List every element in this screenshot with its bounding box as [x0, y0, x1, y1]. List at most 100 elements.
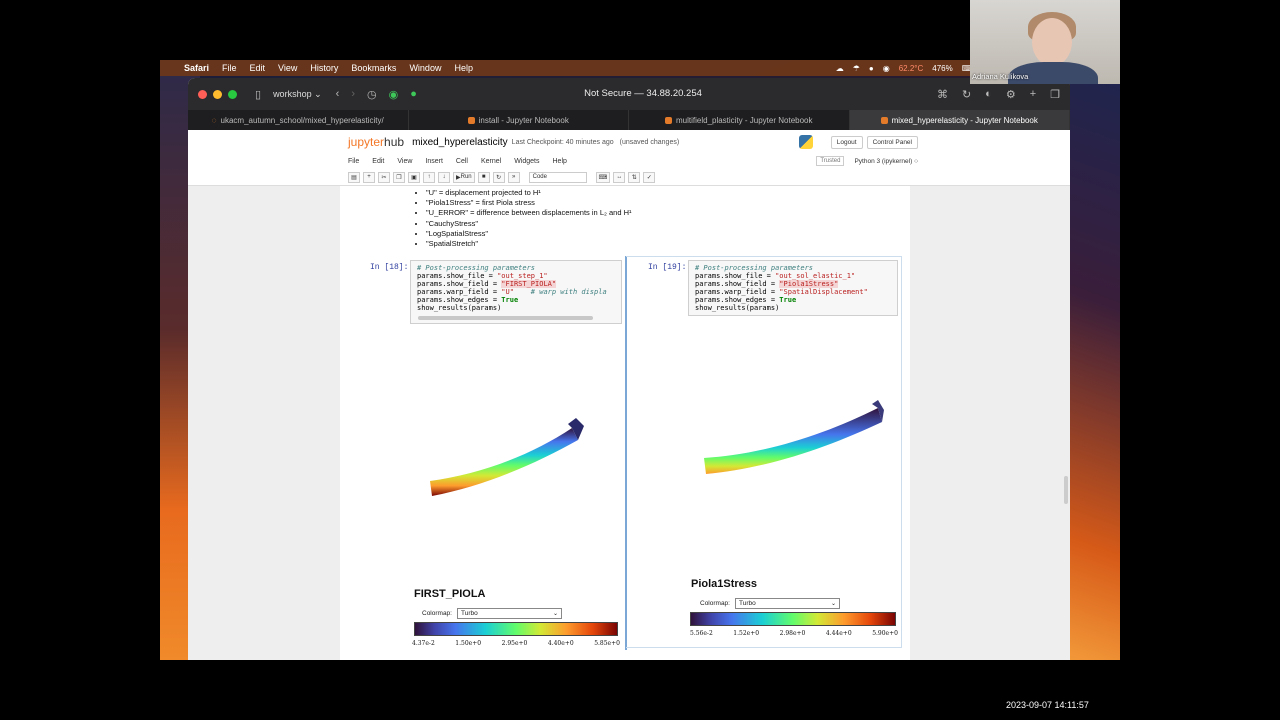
back-icon[interactable]: ‹: [336, 88, 340, 100]
jmenu-help[interactable]: Help: [553, 158, 567, 165]
new-tab-icon[interactable]: +: [1030, 88, 1036, 101]
safari-toolbar: ▯ workshop ⌄ ‹ › ◷ ◉ ● Not Secure — 34.8…: [188, 78, 1070, 110]
collapse-icon[interactable]: ↔: [613, 171, 626, 183]
move-up-icon[interactable]: ↑: [423, 171, 435, 183]
jmenu-kernel[interactable]: Kernel: [481, 158, 501, 165]
cell18-code-editor[interactable]: # Post-processing parameters params.show…: [410, 260, 622, 324]
copy-icon[interactable]: ❐: [393, 171, 405, 183]
tabs-overview-icon[interactable]: ❐: [1050, 88, 1060, 101]
control-panel-button[interactable]: Control Panel: [866, 135, 918, 149]
run-label: Run: [460, 174, 472, 180]
python-logo-icon: [798, 135, 813, 149]
notebook-name[interactable]: mixed_hyperelasticity: [412, 137, 508, 148]
jmenu-edit[interactable]: Edit: [372, 158, 384, 165]
cell18-plot-title: FIRST_PIOLA: [414, 588, 486, 600]
safari-window: ▯ workshop ⌄ ‹ › ◷ ◉ ● Not Secure — 34.8…: [188, 78, 1070, 660]
reload-icon[interactable]: ↻: [962, 88, 971, 101]
logout-button[interactable]: Logout: [830, 135, 863, 149]
keyboard-icon[interactable]: ⌨: [595, 171, 611, 183]
gear-icon[interactable]: ⚙: [1006, 88, 1016, 101]
address-bar[interactable]: Not Secure — 34.88.20.254: [528, 85, 758, 103]
cell18-colormap-select[interactable]: Turbo ⌄: [456, 608, 562, 619]
notebook-page: "U" = displacement projected to H¹ "Piol…: [340, 186, 910, 660]
jmenu-file[interactable]: File: [348, 158, 359, 165]
cell19-code-editor[interactable]: # Post-processing parameters params.show…: [688, 260, 898, 316]
list-item: "LogSpatialStress": [426, 229, 632, 239]
sort-icon[interactable]: ⇅: [628, 171, 641, 183]
menu-file[interactable]: File: [222, 63, 237, 73]
code-string: "out_sol_elastic_1": [775, 272, 856, 280]
restart-run-icon[interactable]: »: [507, 171, 520, 183]
profile-menu[interactable]: workshop ⌄: [273, 89, 322, 100]
screen: Safari File Edit View History Bookmarks …: [0, 0, 1280, 720]
extension-icon[interactable]: ◉: [389, 88, 399, 101]
cell-type-select[interactable]: Code: [528, 171, 587, 183]
shield-icon[interactable]: ◐: [985, 88, 992, 101]
menu-view[interactable]: View: [278, 63, 297, 73]
tab-mixed-hyperelasticity-tree[interactable]: ◌ ukacm_autumn_school/mixed_hyperelastici…: [188, 110, 409, 130]
menu-edit[interactable]: Edit: [250, 63, 266, 73]
cloud-icon[interactable]: ☁: [836, 64, 844, 73]
run-button[interactable]: ▶ Run: [453, 171, 475, 183]
jupyterhub-logo[interactable]: jupyterhub: [348, 135, 404, 149]
translate-icon[interactable]: ⌘: [937, 88, 948, 101]
jmenu-view[interactable]: View: [397, 158, 412, 165]
cell19-colormap-row: Colormap: Turbo ⌄: [700, 598, 840, 609]
tick-label: 1.52e+0: [733, 630, 760, 637]
minimize-button[interactable]: [213, 89, 222, 99]
menu-bookmarks[interactable]: Bookmarks: [351, 63, 396, 73]
move-down-icon[interactable]: ↓: [438, 171, 450, 183]
menu-window[interactable]: Window: [409, 63, 441, 73]
weather-icon[interactable]: ☂: [853, 64, 860, 73]
tab-multifield-plasticity[interactable]: multifield_plasticity - Jupyter Notebook: [629, 110, 850, 130]
trusted-badge[interactable]: Trusted: [816, 156, 845, 166]
stop-icon[interactable]: ●: [869, 64, 874, 73]
close-button[interactable]: [198, 89, 207, 99]
tab-mixed-hyperelasticity[interactable]: mixed_hyperelasticity - Jupyter Notebook: [849, 110, 1070, 130]
horizontal-scrollbar[interactable]: [418, 316, 593, 320]
recording-timestamp: 2023-09-07 14:11:57: [1006, 700, 1089, 710]
code-keyword: True: [779, 296, 797, 304]
tab-install[interactable]: install - Jupyter Notebook: [409, 110, 629, 130]
forward-icon[interactable]: ›: [351, 88, 355, 100]
notebook-icon: [664, 116, 672, 124]
jupyter-menubar: File Edit View Insert Cell Kernel Widget…: [348, 154, 918, 168]
adblock-icon[interactable]: ●: [410, 88, 417, 100]
jmenu-widgets[interactable]: Widgets: [514, 158, 539, 165]
kernel-indicator[interactable]: Python 3 (ipykernel) ○: [854, 158, 918, 165]
zoom-button[interactable]: [228, 89, 237, 99]
presenter-face: [1032, 18, 1072, 66]
code-text: params.show_edges =: [417, 296, 502, 304]
sidebar-icon[interactable]: ▯: [255, 88, 261, 101]
menu-app-name[interactable]: Safari: [184, 63, 209, 73]
jmenu-cell[interactable]: Cell: [456, 158, 468, 165]
color-icon[interactable]: ◉: [883, 64, 890, 73]
history-icon[interactable]: ◷: [367, 88, 377, 101]
list-item: "U_ERROR" = difference between displacem…: [426, 208, 632, 218]
menu-history[interactable]: History: [310, 63, 338, 73]
insert-cell-icon[interactable]: +: [363, 171, 375, 183]
tick-label: 2.98e+0: [779, 630, 806, 637]
code-string: "U": [501, 288, 514, 296]
cell-type-value: Code: [532, 174, 547, 180]
validate-icon[interactable]: ✓: [643, 171, 656, 183]
unsaved-status: (unsaved changes): [619, 138, 680, 146]
save-icon[interactable]: ▤: [348, 171, 360, 183]
interrupt-icon[interactable]: ■: [477, 171, 490, 183]
jupyter-title-row: jupyterhub mixed_hyperelasticity Last Ch…: [348, 132, 918, 152]
cut-icon[interactable]: ✂: [378, 171, 390, 183]
webcam-overlay: Adriana Kulikova: [970, 0, 1120, 84]
jmenu-insert[interactable]: Insert: [425, 158, 443, 165]
menu-help[interactable]: Help: [454, 63, 473, 73]
tick-label: 4.44e+0: [825, 630, 852, 637]
tick-label: 4.40e+0: [547, 640, 574, 647]
jupyter-header: jupyterhub mixed_hyperelasticity Last Ch…: [188, 130, 1070, 186]
restart-icon[interactable]: ↻: [492, 171, 505, 183]
paste-icon[interactable]: ▣: [408, 171, 420, 183]
chevron-down-icon: ⌄: [830, 601, 836, 607]
cell19-colormap-select[interactable]: Turbo ⌄: [734, 598, 840, 609]
notebook-background: "U" = displacement projected to H¹ "Piol…: [188, 186, 1070, 660]
page-scrollbar[interactable]: [1064, 476, 1068, 504]
list-item: "Piola1Stress" = first Piola stress: [426, 198, 632, 208]
code-text: params.warp_field =: [417, 288, 502, 296]
